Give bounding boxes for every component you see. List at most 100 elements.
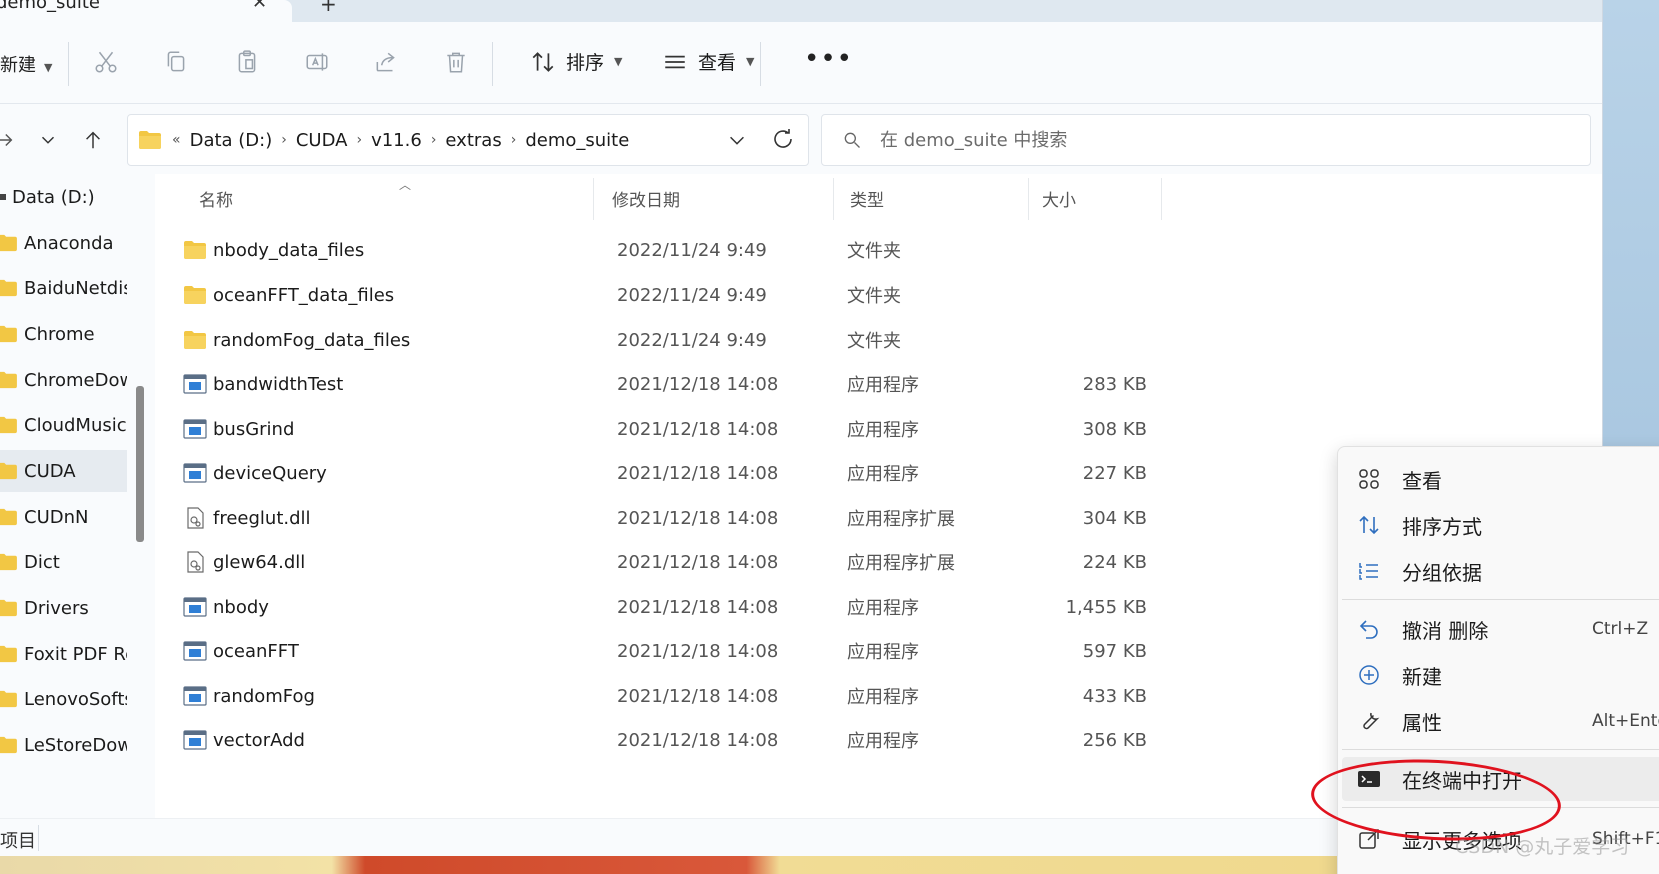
column-divider[interactable] — [833, 178, 834, 220]
rename-button[interactable] — [299, 44, 335, 80]
folder-icon — [0, 325, 17, 343]
wrench-icon — [1356, 708, 1382, 734]
breadcrumb-v11-6[interactable]: v11.6 — [371, 130, 422, 151]
add-circle-icon — [1356, 662, 1382, 688]
address-history-button[interactable] — [726, 129, 748, 156]
search-box[interactable] — [821, 114, 1591, 166]
column-header-type[interactable]: 类型 — [850, 186, 884, 211]
breadcrumb-extras[interactable]: extras — [445, 130, 501, 151]
column-divider[interactable] — [1028, 178, 1029, 220]
menu-item-label: 排序方式 — [1402, 514, 1482, 539]
nav-item-label: CUDA — [24, 460, 76, 482]
paste-button[interactable] — [229, 44, 265, 80]
folder-icon — [0, 416, 17, 434]
column-header-date[interactable]: 修改日期 — [612, 186, 680, 211]
breadcrumb-separator[interactable]: › — [281, 132, 287, 148]
nav-scrollbar-thumb[interactable] — [136, 386, 144, 542]
column-divider[interactable] — [593, 178, 594, 220]
application-icon — [183, 597, 207, 617]
column-header-name[interactable]: 名称 — [199, 186, 233, 211]
copy-button[interactable] — [158, 44, 194, 80]
file-row[interactable]: nbody_data_files 2022/11/24 9:49 文件夹 — [165, 228, 1165, 272]
file-type: 应用程序 — [847, 687, 919, 708]
folder-icon — [0, 599, 17, 617]
nav-item-cudnn[interactable]: CUDnN — [0, 496, 127, 538]
more-options-button[interactable]: ••• — [804, 44, 853, 74]
file-size: 1,455 KB — [1065, 596, 1147, 618]
nav-item-foxit-pdf-reader[interactable]: Foxit PDF Reader — [0, 633, 127, 675]
nav-item-microsoft-vs[interactable]: Microsoft VS — [0, 770, 127, 776]
chevron-down-icon: ▼ — [746, 55, 755, 68]
nav-item-data-d[interactable]: Data (D:) — [0, 176, 127, 218]
nav-item-chrome[interactable]: Chrome — [0, 313, 127, 355]
file-row[interactable]: randomFog 2021/12/18 14:08 应用程序 433 KB — [165, 674, 1165, 718]
breadcrumb-overflow[interactable]: « — [172, 132, 181, 148]
breadcrumb-separator[interactable]: › — [511, 132, 517, 148]
file-date: 2021/12/18 14:08 — [617, 507, 779, 529]
sort-button[interactable]: 排序 ▼ — [530, 48, 622, 75]
item-count-text: 项目 — [0, 831, 36, 852]
file-row[interactable]: randomFog_data_files 2022/11/24 9:49 文件夹 — [165, 318, 1165, 362]
chevron-down-icon: ▼ — [44, 61, 53, 74]
up-button[interactable] — [79, 126, 107, 154]
sort-button-label: 排序 — [566, 52, 605, 74]
file-name: nbody_data_files — [213, 239, 365, 261]
share-button[interactable] — [368, 44, 404, 80]
file-row[interactable]: freeglut.dll 2021/12/18 14:08 应用程序扩展 304… — [165, 496, 1165, 540]
watermark-text: CSDN @丸子爱学习 — [1455, 836, 1630, 858]
column-header-size[interactable]: 大小 — [1042, 186, 1076, 211]
menu-item-undo-delete[interactable]: 撤消 删除 Ctrl+Z — [1342, 607, 1659, 651]
breadcrumb-data-d[interactable]: Data (D:) — [190, 130, 273, 151]
file-row[interactable]: busGrind 2021/12/18 14:08 应用程序 308 KB — [165, 407, 1165, 451]
nav-item-cloudmusic[interactable]: CloudMusic — [0, 404, 127, 446]
file-row[interactable]: bandwidthTest 2021/12/18 14:08 应用程序 283 … — [165, 362, 1165, 406]
menu-item-properties[interactable]: 属性 Alt+Enter — [1342, 699, 1659, 743]
nav-item-drivers[interactable]: Drivers — [0, 587, 127, 629]
nav-item-lenovosofts[interactable]: LenovoSofts — [0, 678, 127, 720]
rename-icon — [306, 53, 328, 71]
menu-item-sort-by[interactable]: 排序方式 — [1342, 503, 1659, 547]
nav-item-chromedownload[interactable]: ChromeDownload — [0, 359, 127, 401]
tab-demo-suite[interactable]: demo_suite ✕ — [0, 0, 292, 22]
refresh-button[interactable] — [771, 127, 795, 156]
nav-item-dict[interactable]: Dict — [0, 541, 127, 583]
file-date: 2021/12/18 14:08 — [617, 551, 779, 573]
folder-icon — [139, 131, 161, 149]
file-type: 文件夹 — [847, 331, 901, 352]
file-row[interactable]: glew64.dll 2021/12/18 14:08 应用程序扩展 224 K… — [165, 540, 1165, 584]
file-date: 2021/12/18 14:08 — [617, 418, 779, 440]
nav-item-anaconda[interactable]: Anaconda — [0, 222, 127, 264]
dll-file-icon — [187, 507, 204, 529]
scissors-icon — [95, 51, 117, 73]
file-row[interactable]: deviceQuery 2021/12/18 14:08 应用程序 227 KB — [165, 451, 1165, 495]
column-divider[interactable] — [1161, 178, 1162, 220]
file-row[interactable]: vectorAdd 2021/12/18 14:08 应用程序 256 KB — [165, 718, 1165, 762]
new-button[interactable]: 新建 ▼ — [0, 51, 52, 77]
view-button[interactable]: 查看 ▼ — [662, 48, 754, 75]
menu-item-label: 分组依据 — [1402, 560, 1482, 585]
search-input[interactable] — [880, 129, 1480, 151]
breadcrumb-separator[interactable]: › — [431, 132, 437, 148]
file-row[interactable]: oceanFFT_data_files 2022/11/24 9:49 文件夹 — [165, 273, 1165, 317]
menu-item-group-by[interactable]: 分组依据 — [1342, 549, 1659, 593]
file-row[interactable]: oceanFFT 2021/12/18 14:08 应用程序 597 KB — [165, 629, 1165, 673]
menu-item-new[interactable]: 新建 — [1342, 653, 1659, 697]
share-icon — [376, 52, 395, 72]
nav-item-lestoredownload[interactable]: LeStoreDownload — [0, 724, 127, 766]
address-bar[interactable]: « Data (D:) › CUDA › v11.6 › extras › de… — [127, 114, 809, 166]
command-bar: 新建 ▼ 排序 ▼ 查看 ▼ ••• — [0, 22, 1602, 104]
new-tab-button[interactable]: + — [320, 0, 337, 16]
nav-item-cuda[interactable]: CUDA — [0, 450, 127, 492]
tab-close-icon[interactable]: ✕ — [252, 0, 267, 13]
tab-bar: demo_suite ✕ + — [0, 0, 1602, 22]
delete-button[interactable] — [438, 44, 474, 80]
menu-item-view[interactable]: 查看 — [1342, 457, 1659, 501]
breadcrumb-cuda[interactable]: CUDA — [296, 130, 348, 151]
forward-button[interactable] — [0, 126, 18, 154]
file-row[interactable]: nbody 2021/12/18 14:08 应用程序 1,455 KB — [165, 585, 1165, 629]
breadcrumb-separator[interactable]: › — [356, 132, 362, 148]
nav-item-baidunetdisk[interactable]: BaiduNetdisk — [0, 267, 127, 309]
recent-locations-button[interactable] — [34, 126, 62, 154]
cut-button[interactable] — [88, 44, 124, 80]
breadcrumb-demo-suite[interactable]: demo_suite — [525, 130, 629, 151]
